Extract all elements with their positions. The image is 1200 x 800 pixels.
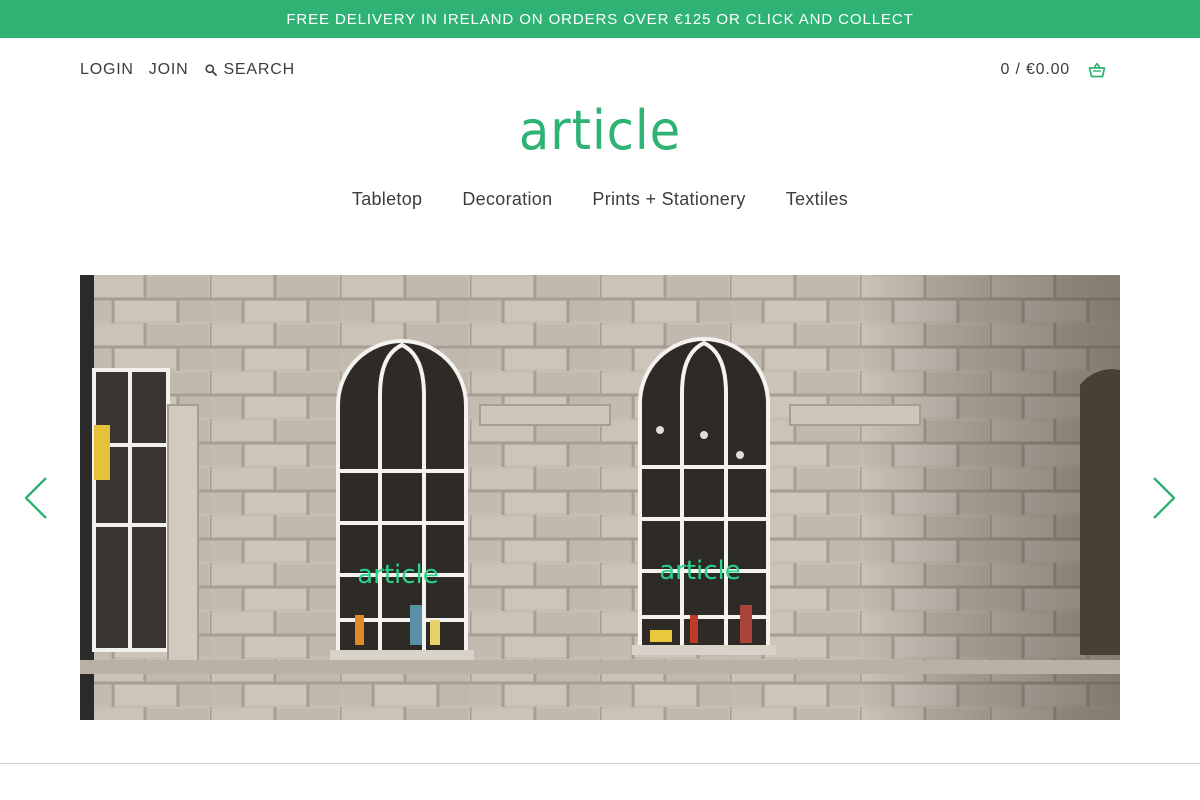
hero-slide[interactable]: article article [80, 275, 1120, 720]
announcement-bar: FREE DELIVERY IN IRELAND ON ORDERS OVER … [0, 0, 1200, 38]
window-sign-right: article [659, 556, 741, 586]
account-links: LOGIN JOIN SEARCH [80, 61, 295, 79]
site-logo[interactable]: article [48, 99, 1152, 162]
section-divider [0, 763, 1200, 764]
basket-icon [1088, 62, 1106, 78]
join-link[interactable]: JOIN [149, 61, 189, 79]
chevron-left-icon[interactable] [22, 476, 52, 520]
utility-bar: LOGIN JOIN SEARCH 0 / €0.00 [80, 58, 1106, 82]
announcement-text: FREE DELIVERY IN IRELAND ON ORDERS OVER … [286, 10, 914, 28]
nav-item-decoration[interactable]: Decoration [462, 189, 552, 210]
nav-item-textiles[interactable]: Textiles [786, 189, 848, 210]
cart-summary: 0 / €0.00 [1000, 61, 1070, 78]
hero-image: article article [80, 275, 1120, 720]
window-sign-left: article [357, 560, 439, 590]
nav-item-tabletop[interactable]: Tabletop [352, 189, 422, 210]
login-link[interactable]: LOGIN [80, 61, 134, 79]
cart-link[interactable]: 0 / €0.00 [1001, 61, 1106, 79]
nav-item-prints-stationery[interactable]: Prints + Stationery [592, 189, 745, 210]
search-icon [205, 64, 218, 76]
main-navigation: Tabletop Decoration Prints + Stationery … [0, 186, 1200, 212]
chevron-right-icon[interactable] [1148, 476, 1178, 520]
search-label: SEARCH [223, 61, 295, 78]
search-link[interactable]: SEARCH [205, 61, 294, 79]
